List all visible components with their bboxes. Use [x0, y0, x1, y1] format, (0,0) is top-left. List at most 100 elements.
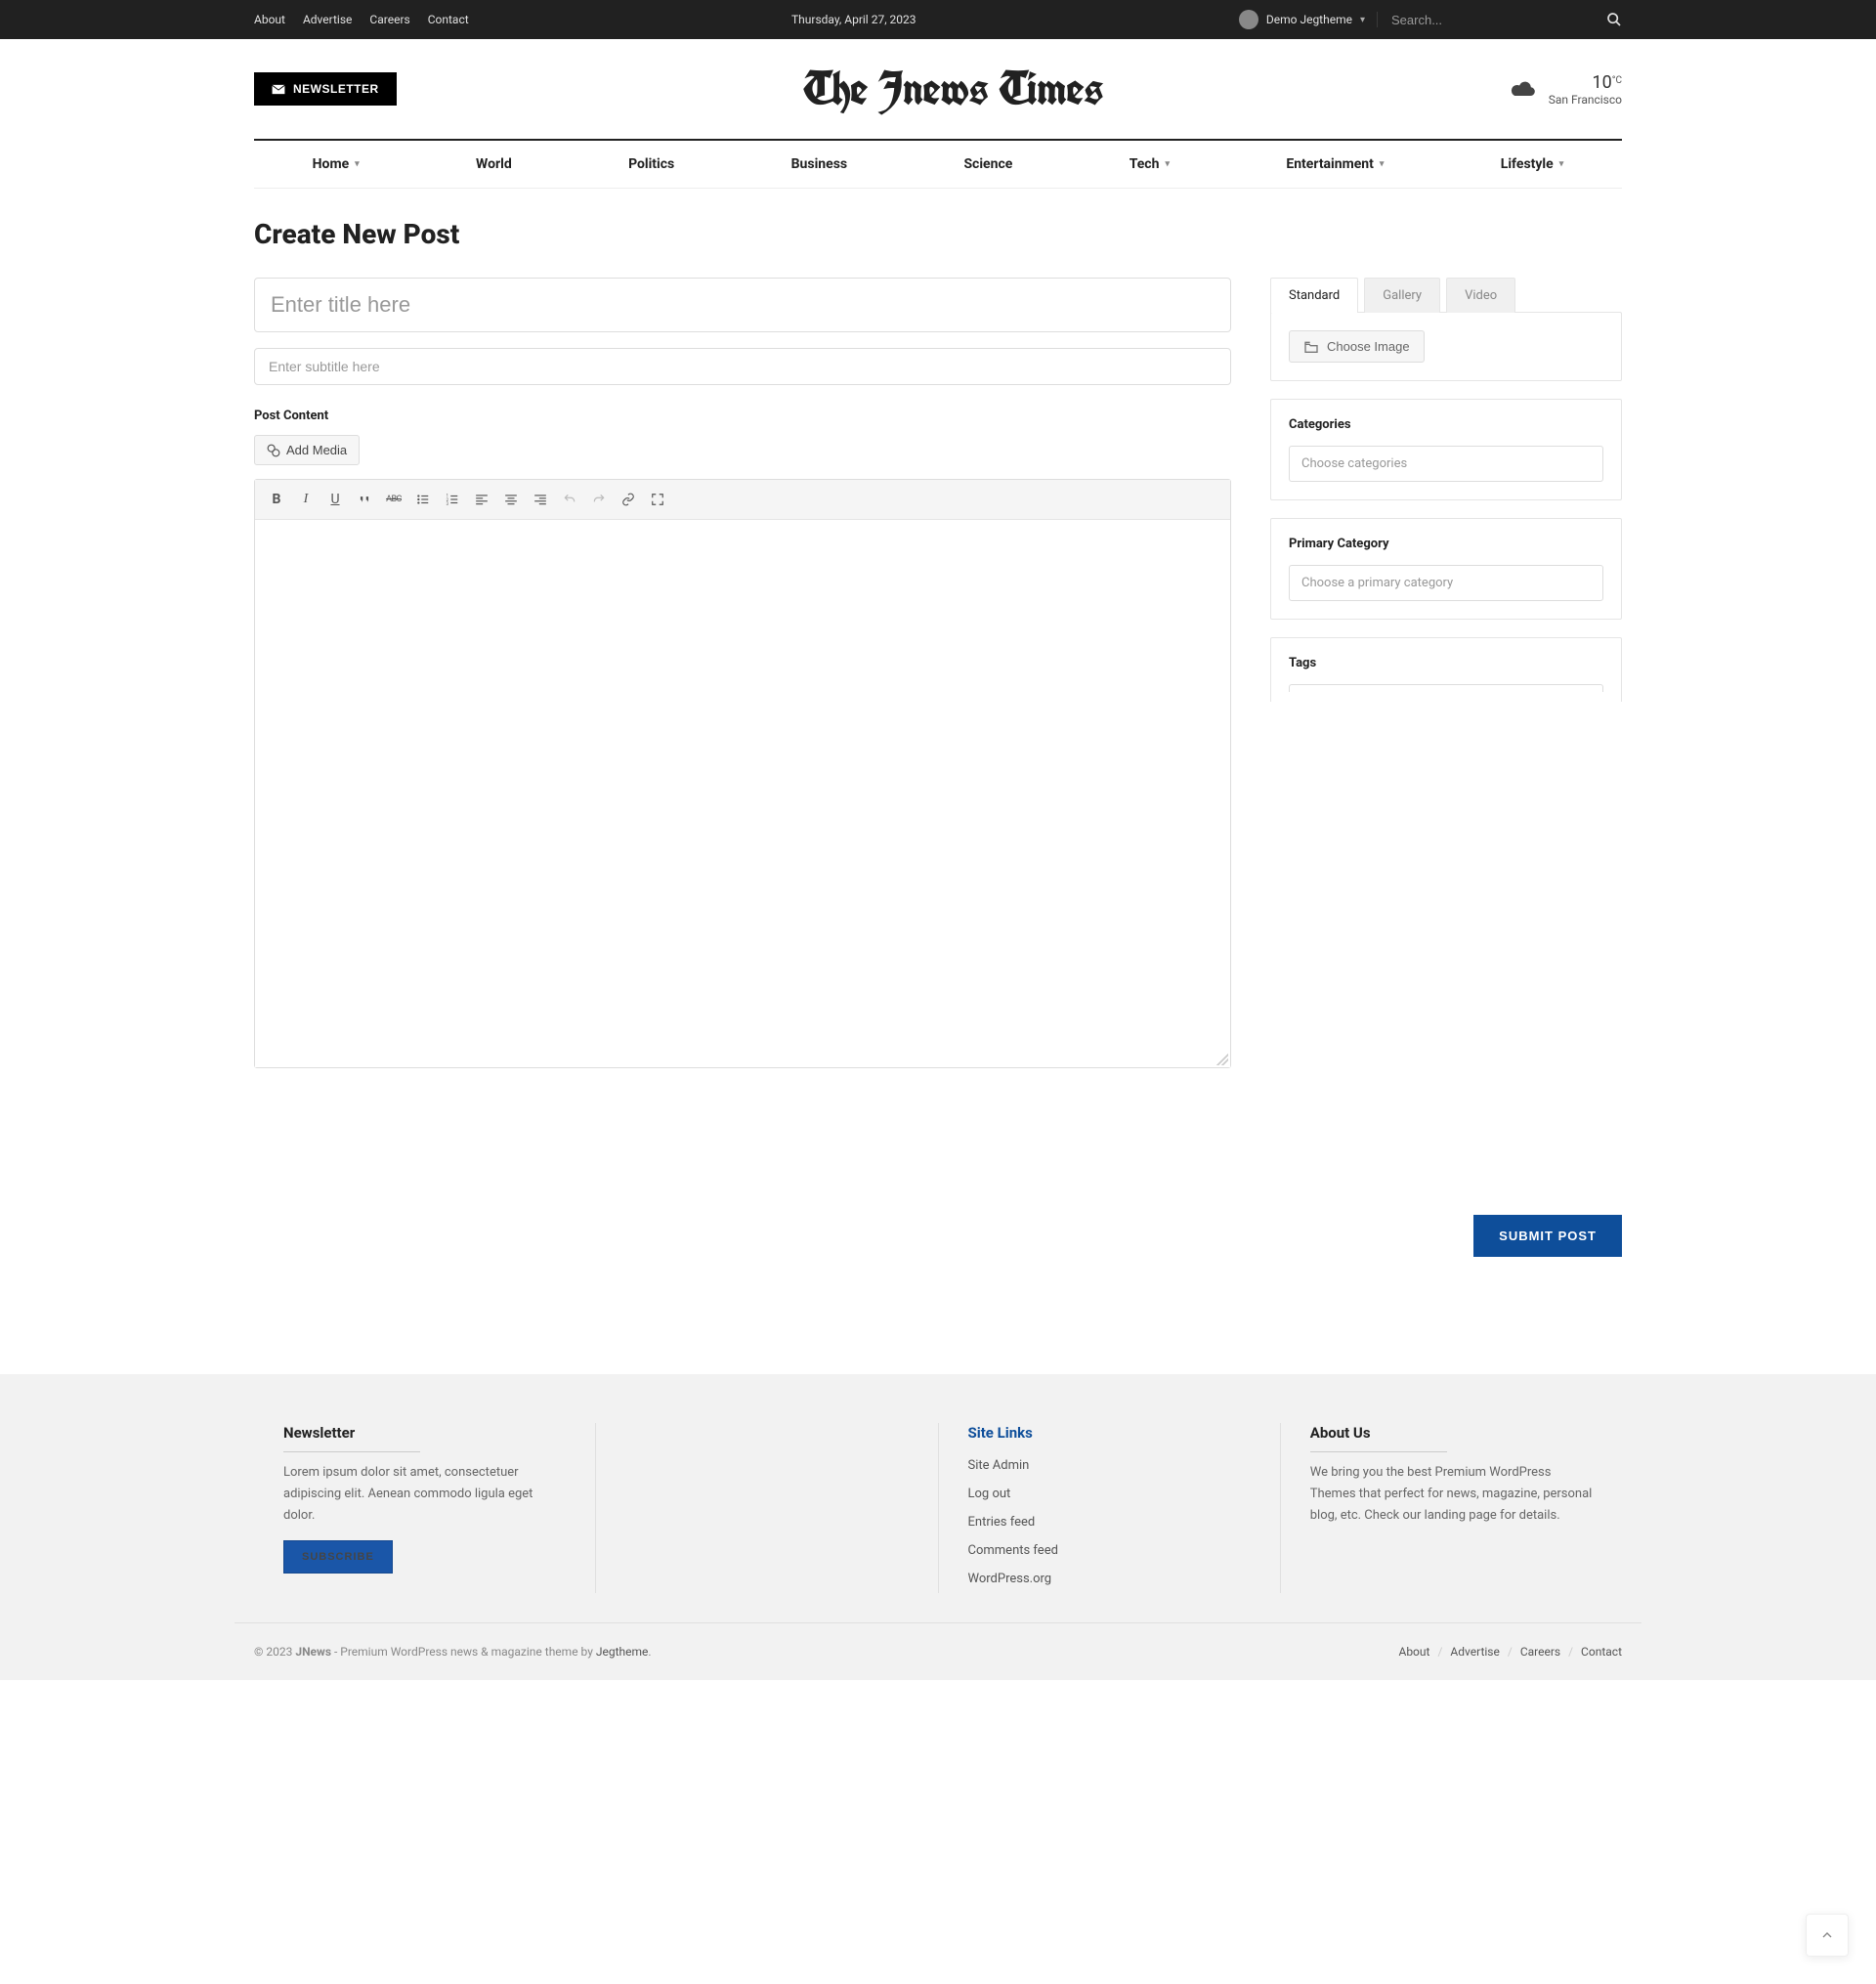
- tags-input-partial[interactable]: [1289, 684, 1603, 692]
- user-name: Demo Jegtheme: [1266, 13, 1352, 26]
- primary-category-select[interactable]: Choose a primary category: [1289, 565, 1603, 601]
- nav-home[interactable]: Home▾: [303, 141, 369, 188]
- tab-gallery[interactable]: Gallery: [1364, 278, 1440, 313]
- primary-category-panel: Primary Category Choose a primary catego…: [1270, 518, 1622, 620]
- footer-link-logout[interactable]: Log out: [968, 1480, 1251, 1508]
- footer-bottom-about[interactable]: About: [1398, 1645, 1429, 1659]
- svg-text:3: 3: [447, 501, 449, 506]
- nav-label: Home: [313, 156, 349, 172]
- nav-label: Lifestyle: [1501, 156, 1554, 172]
- choose-image-button[interactable]: Choose Image: [1289, 330, 1425, 363]
- blockquote-button[interactable]: [351, 486, 378, 513]
- nav-label: Business: [791, 156, 847, 172]
- avatar: [1239, 10, 1258, 29]
- footer-newsletter: Newsletter Lorem ipsum dolor sit amet, c…: [254, 1423, 596, 1593]
- footer-link-site-admin[interactable]: Site Admin: [968, 1451, 1251, 1480]
- align-center-button[interactable]: [497, 486, 525, 513]
- footer-about-text: We bring you the best Premium WordPress …: [1310, 1462, 1593, 1527]
- categories-title: Categories: [1289, 417, 1603, 432]
- envelope-icon: [272, 84, 285, 95]
- nav-label: Entertainment: [1286, 156, 1374, 172]
- nav-lifestyle[interactable]: Lifestyle▾: [1491, 141, 1573, 188]
- bold-button[interactable]: B: [263, 486, 290, 513]
- weather-city: San Francisco: [1549, 93, 1622, 107]
- footer-newsletter-title: Newsletter: [283, 1424, 420, 1452]
- add-media-button[interactable]: Add Media: [254, 435, 360, 465]
- weather-temp: 10: [1593, 72, 1612, 93]
- media-icon: [267, 444, 280, 457]
- topbar-link-contact[interactable]: Contact: [428, 13, 469, 26]
- italic-button[interactable]: I: [292, 486, 320, 513]
- site-logo[interactable]: The Jnews Times: [803, 59, 1103, 119]
- nav-business[interactable]: Business: [782, 141, 857, 188]
- bullet-list-button[interactable]: [409, 486, 437, 513]
- jegtheme-link[interactable]: Jegtheme: [596, 1645, 649, 1659]
- chevron-up-icon: [1819, 1927, 1835, 1943]
- topbar-date: Thursday, April 27, 2023: [469, 13, 1239, 26]
- categories-select[interactable]: Choose categories: [1289, 446, 1603, 482]
- fullscreen-button[interactable]: [644, 486, 671, 513]
- nav-science[interactable]: Science: [954, 141, 1022, 188]
- nav-entertainment[interactable]: Entertainment ▾: [1276, 141, 1393, 188]
- tab-standard[interactable]: Standard: [1270, 278, 1358, 313]
- topbar-link-careers[interactable]: Careers: [369, 13, 409, 26]
- categories-panel: Categories Choose categories: [1270, 399, 1622, 500]
- topbar-links: About Advertise Careers Contact: [254, 13, 469, 26]
- topbar-link-about[interactable]: About: [254, 13, 285, 26]
- underline-button[interactable]: U: [321, 486, 349, 513]
- footer: Newsletter Lorem ipsum dolor sit amet, c…: [0, 1374, 1876, 1680]
- main-column: Post Content Add Media B I U ABC 123: [254, 278, 1231, 1068]
- link-button[interactable]: [615, 486, 642, 513]
- subscribe-button[interactable]: SUBSCRIBE: [283, 1540, 393, 1574]
- search-input[interactable]: [1391, 13, 1509, 27]
- newsletter-label: NEWSLETTER: [293, 82, 379, 96]
- tags-title: Tags: [1289, 656, 1603, 670]
- footer-link-comments-feed[interactable]: Comments feed: [968, 1536, 1251, 1565]
- scroll-top-button[interactable]: [1806, 1914, 1849, 1957]
- footer-bottom-advertise[interactable]: Advertise: [1450, 1645, 1499, 1659]
- redo-button[interactable]: [585, 486, 613, 513]
- submit-post-button[interactable]: SUBMIT POST: [1473, 1215, 1622, 1257]
- footer-link-entries-feed[interactable]: Entries feed: [968, 1508, 1251, 1536]
- nav-label: Tech: [1130, 156, 1160, 172]
- align-left-button[interactable]: [468, 486, 495, 513]
- search-icon[interactable]: [1606, 12, 1622, 27]
- nav-world[interactable]: World: [466, 141, 522, 188]
- search-wrap: [1377, 12, 1622, 27]
- nav-label: Science: [963, 156, 1012, 172]
- footer-about: About Us We bring you the best Premium W…: [1281, 1423, 1622, 1593]
- user-menu[interactable]: Demo Jegtheme ▾: [1239, 10, 1365, 29]
- undo-button[interactable]: [556, 486, 583, 513]
- footer-bottom-careers[interactable]: Careers: [1520, 1645, 1560, 1659]
- footer-link-wordpress[interactable]: WordPress.org: [968, 1565, 1251, 1593]
- header: NEWSLETTER The Jnews Times 10°C San Fran…: [234, 39, 1642, 139]
- post-title-input[interactable]: [254, 278, 1231, 332]
- post-subtitle-input[interactable]: [254, 348, 1231, 385]
- strikethrough-button[interactable]: ABC: [380, 486, 407, 513]
- image-panel: Choose Image: [1270, 312, 1622, 381]
- footer-empty: [596, 1423, 938, 1593]
- footer-bottom: © 2023 JNews - Premium WordPress news & …: [234, 1622, 1642, 1680]
- nav-tech[interactable]: Tech▾: [1120, 141, 1179, 188]
- footer-sitelinks: Site Links Site Admin Log out Entries fe…: [939, 1423, 1281, 1593]
- nav-politics[interactable]: Politics: [618, 141, 684, 188]
- numbered-list-button[interactable]: 123: [439, 486, 466, 513]
- newsletter-button[interactable]: NEWSLETTER: [254, 72, 397, 106]
- editor-toolbar: B I U ABC 123: [255, 480, 1230, 520]
- tab-video[interactable]: Video: [1446, 278, 1515, 313]
- topbar-link-advertise[interactable]: Advertise: [303, 13, 352, 26]
- chevron-down-icon: ▾: [1380, 159, 1385, 169]
- cloud-icon: [1510, 78, 1537, 100]
- editor: B I U ABC 123: [254, 479, 1231, 1068]
- primary-category-title: Primary Category: [1289, 537, 1603, 551]
- post-content-label: Post Content: [254, 409, 1231, 423]
- resize-handle[interactable]: [1216, 1054, 1228, 1065]
- sidebar-column: Standard Gallery Video Choose Image Cate…: [1270, 278, 1622, 1276]
- footer-about-title: About Us: [1310, 1424, 1447, 1452]
- add-media-label: Add Media: [286, 443, 347, 457]
- footer-bottom-links: About/ Advertise/ Careers/ Contact: [1398, 1645, 1622, 1659]
- format-tabs: Standard Gallery Video: [1270, 278, 1622, 313]
- footer-bottom-contact[interactable]: Contact: [1581, 1645, 1622, 1659]
- align-right-button[interactable]: [527, 486, 554, 513]
- editor-textarea[interactable]: [255, 520, 1230, 1067]
